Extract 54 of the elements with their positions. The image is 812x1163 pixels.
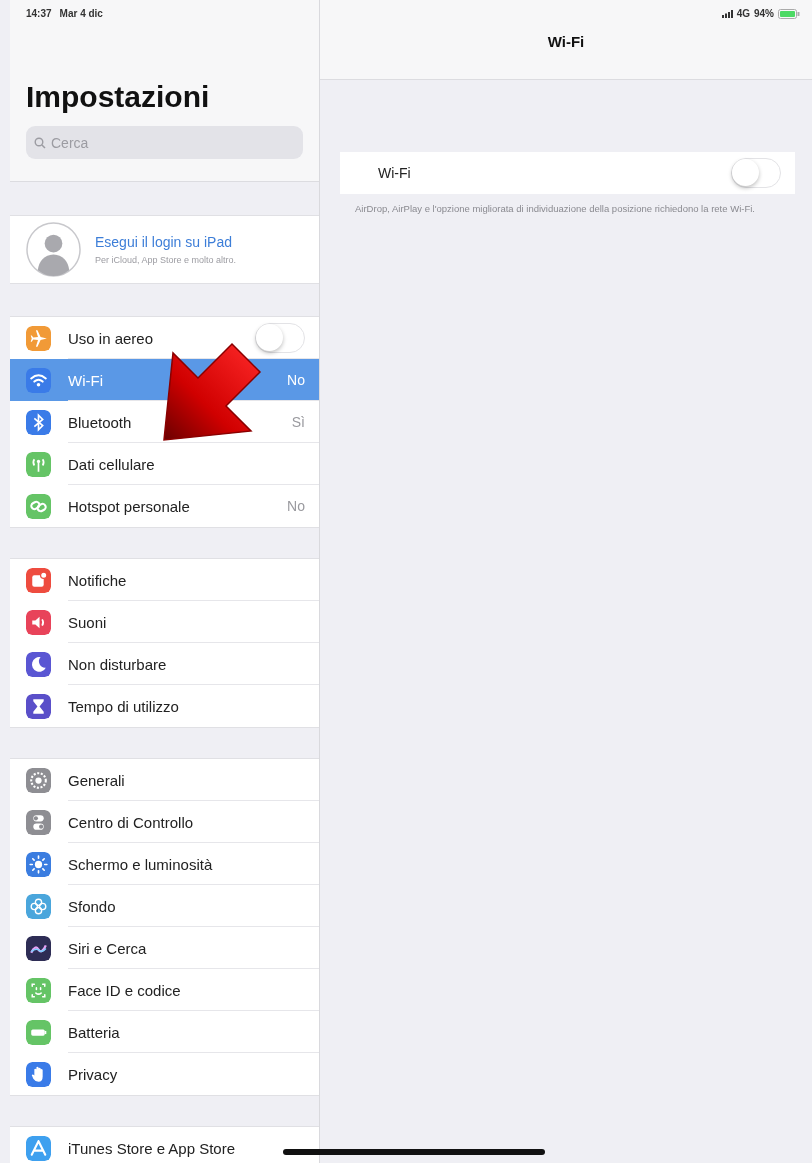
sidebar-title: Impostazioni [26, 80, 211, 114]
settings-row[interactable]: Batteria [10, 1011, 319, 1053]
settings-row[interactable]: Privacy [10, 1053, 319, 1095]
row-label: Sfondo [68, 897, 117, 915]
search-icon [34, 136, 46, 149]
row-label: Privacy [68, 1065, 119, 1083]
row-label: Generali [68, 771, 126, 789]
toggle-switch[interactable] [255, 323, 305, 353]
row-label: Suoni [68, 613, 108, 631]
signal-icon [721, 9, 733, 18]
battery-percent: 94% [754, 8, 774, 19]
network-label: 4G [736, 8, 750, 19]
settings-row[interactable]: Centro di Controllo [10, 801, 319, 843]
row-value: No [287, 498, 305, 514]
settings-row[interactable]: Suoni [10, 601, 319, 643]
row-label: Tempo di utilizzo [68, 697, 180, 715]
row-label: Centro di Controllo [68, 813, 195, 831]
status-time: 14:37 [26, 8, 52, 19]
row-value: Sì [291, 414, 305, 430]
row-label: Bluetooth [68, 413, 133, 431]
row-label: Hotspot personale [68, 497, 191, 515]
row-label: Batteria [68, 1023, 121, 1041]
footer-note: AirDrop, AirPlay e l'opzione migliorata di individuazione della posizione richiedono la rete Wi-Fi. [355, 202, 756, 215]
settings-row[interactable]: Uso in aereo [10, 317, 319, 359]
row-label: Siri e Cerca [68, 939, 148, 957]
row-label: Non disturbare [68, 655, 168, 673]
settings-row[interactable]: iTunes Store e App Store [10, 1127, 319, 1163]
row-value: No [287, 372, 305, 388]
status-date: Mar 4 dic [59, 8, 103, 19]
settings-row[interactable]: Schermo e luminosità [10, 843, 319, 885]
settings-row[interactable]: Generali [10, 759, 319, 801]
settings-row[interactable]: Sfondo [10, 885, 319, 927]
row-label: Schermo e luminosità [68, 855, 214, 873]
settings-row[interactable]: Face ID e codice [10, 969, 319, 1011]
row-label: Dati cellulare [68, 455, 156, 473]
settings-row[interactable]: Non disturbare [10, 643, 319, 685]
avatar-silhouette [26, 222, 81, 277]
battery-icon [778, 8, 800, 19]
account-title[interactable]: Esegui il login su iPad [95, 234, 237, 250]
row-label: Face ID e codice [68, 981, 182, 999]
row-label: iTunes Store e App Store [68, 1139, 237, 1157]
settings-row[interactable]: Siri e Cerca [10, 927, 319, 969]
row-label: Notifiche [68, 571, 128, 589]
account-row[interactable]: Esegui il login su iPad Per iCloud, App Store e molto altro. [10, 215, 319, 284]
settings-row[interactable]: Dati cellulare [10, 443, 319, 485]
settings-row[interactable]: Notifiche [10, 559, 319, 601]
settings-row[interactable]: Tempo di utilizzo [10, 685, 319, 727]
row-label: Wi-Fi [68, 371, 104, 389]
account-subtitle: Per iCloud, App Store e molto altro. [95, 255, 237, 265]
detail-title: Wi-Fi [547, 33, 585, 50]
settings-row[interactable]: Hotspot personale No [10, 485, 319, 527]
row-label: Uso in aereo [68, 329, 155, 347]
row-label: Wi-Fi [378, 165, 411, 181]
toggle-switch[interactable] [731, 158, 781, 188]
